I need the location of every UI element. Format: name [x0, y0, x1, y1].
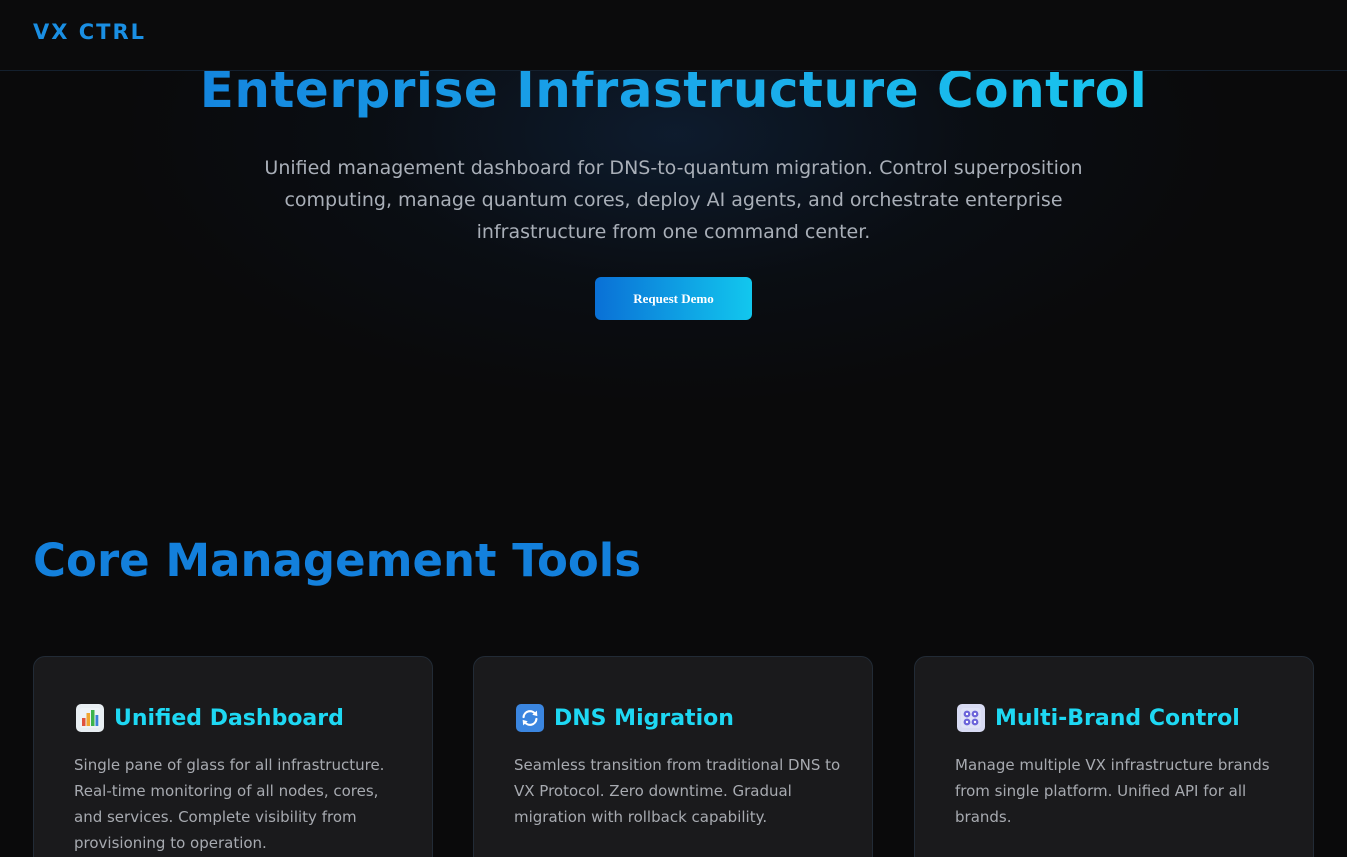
tools-card-grid: Unified Dashboard Single pane of glass f…: [33, 656, 1314, 857]
top-nav: VX CTRL: [0, 0, 1347, 71]
hero-subtitle: Unified management dashboard for DNS-to-…: [264, 157, 1083, 243]
bar-chart-icon: [76, 704, 104, 732]
card-header: Multi-Brand Control: [957, 701, 1240, 735]
control-knobs-icon: [957, 704, 985, 732]
section-title: Core Management Tools: [33, 534, 641, 587]
card-header: Unified Dashboard: [76, 701, 344, 735]
card-dns-migration[interactable]: DNS Migration Seamless transition from t…: [473, 656, 873, 857]
refresh-arrows-icon: [516, 704, 544, 732]
logo[interactable]: VX CTRL: [33, 20, 146, 44]
card-description: Single pane of glass for all infrastruct…: [74, 756, 385, 852]
card-header: DNS Migration: [516, 701, 734, 735]
card-title: Unified Dashboard: [114, 705, 344, 731]
card-multi-brand-control[interactable]: Multi-Brand Control Manage multiple VX i…: [914, 656, 1314, 857]
card-unified-dashboard[interactable]: Unified Dashboard Single pane of glass f…: [33, 656, 433, 857]
card-description: Seamless transition from traditional DNS…: [514, 756, 841, 826]
card-description: Manage multiple VX infrastructure brands…: [955, 756, 1270, 826]
card-title: Multi-Brand Control: [995, 705, 1240, 731]
card-title: DNS Migration: [554, 705, 734, 731]
request-demo-button[interactable]: Request Demo: [595, 277, 752, 320]
